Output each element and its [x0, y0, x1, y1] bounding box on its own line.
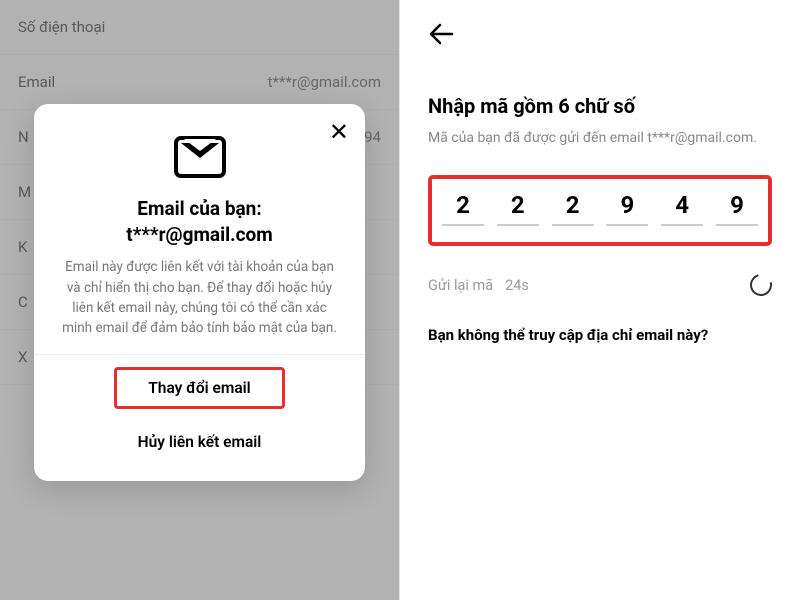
- code-digit-4[interactable]: 9: [606, 191, 648, 226]
- resend-countdown: 24s: [505, 277, 529, 294]
- right-screenshot: Nhập mã gồm 6 chữ số Mã của bạn đã được …: [400, 0, 800, 600]
- change-email-button[interactable]: Thay đổi email: [114, 367, 285, 409]
- left-screenshot: Số điện thoại Email t***r@gmail.com N 94…: [0, 0, 400, 600]
- divider: [34, 354, 365, 355]
- code-entry-subtitle: Mã của bạn đã được gửi đến email t***r@g…: [428, 128, 772, 149]
- back-arrow-icon[interactable]: [428, 22, 772, 52]
- code-digit-3[interactable]: 2: [552, 191, 594, 226]
- modal-description: Email này được liên kết với tài khoản củ…: [56, 257, 343, 338]
- code-input-group[interactable]: 2 2 2 9 4 9: [428, 175, 772, 246]
- code-digit-6[interactable]: 9: [716, 191, 758, 226]
- code-digit-2[interactable]: 2: [497, 191, 539, 226]
- cannot-access-link[interactable]: Bạn không thể truy cập địa chỉ email này…: [428, 326, 772, 344]
- mail-icon: [56, 136, 343, 178]
- modal-title: Email của bạn: t***r@gmail.com: [56, 196, 343, 247]
- email-modal: ✕ Email của bạn: t***r@gmail.com Email n…: [34, 104, 365, 481]
- resend-row: Gửi lại mã 24s: [428, 274, 772, 296]
- code-digit-1[interactable]: 2: [442, 191, 484, 226]
- code-digit-5[interactable]: 4: [661, 191, 703, 226]
- close-icon[interactable]: ✕: [329, 120, 349, 144]
- resend-label: Gửi lại mã: [428, 277, 493, 294]
- code-entry-title: Nhập mã gồm 6 chữ số: [428, 94, 772, 118]
- unlink-email-button[interactable]: Hủy liên kết email: [56, 417, 343, 467]
- loading-spinner-icon: [746, 270, 776, 300]
